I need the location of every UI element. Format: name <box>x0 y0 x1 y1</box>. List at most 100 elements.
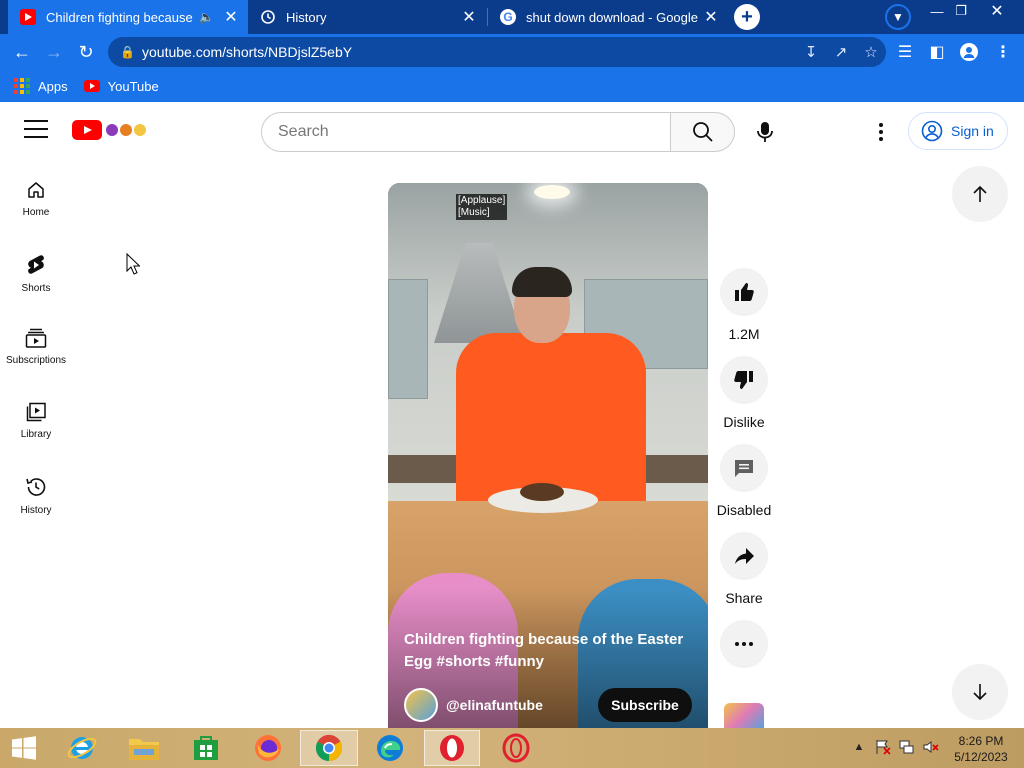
bookmark-label: Apps <box>38 78 68 94</box>
next-short-button[interactable] <box>952 664 1008 720</box>
speaker-icon[interactable]: 🔈 <box>199 10 214 24</box>
network-icon[interactable] <box>898 738 916 756</box>
bookmark-apps[interactable]: Apps <box>14 78 68 94</box>
caption-line: [Applause] <box>458 195 506 206</box>
sidebar-item-library[interactable]: Library <box>0 380 72 454</box>
voice-search-button[interactable] <box>745 112 785 152</box>
comments-button[interactable]: Disabled <box>717 444 771 520</box>
sidebar-item-label: Shorts <box>21 283 51 294</box>
back-button[interactable]: ← <box>8 38 36 66</box>
media-control-icon[interactable]: ☰ <box>890 38 920 66</box>
more-actions-button[interactable] <box>720 620 768 668</box>
sidebar-item-label: Home <box>22 207 50 218</box>
opera-gx-icon <box>502 733 530 763</box>
hamburger-menu-icon[interactable] <box>24 120 48 140</box>
close-tab-icon[interactable]: ✕ <box>702 8 720 26</box>
search-button[interactable] <box>671 112 735 152</box>
comments-icon <box>735 460 753 477</box>
action-center-flag-icon[interactable] <box>874 738 892 756</box>
tab-title: Children fighting because of the Easter … <box>46 9 193 25</box>
channel-avatar[interactable] <box>404 688 438 722</box>
store-app[interactable] <box>178 730 234 766</box>
firefox-icon <box>255 735 281 761</box>
restore-button[interactable]: ❐ <box>946 0 976 22</box>
sign-in-button[interactable]: Sign in <box>908 112 1008 150</box>
more-horizontal-icon <box>735 642 753 646</box>
short-title[interactable]: Children fighting because of the Easter … <box>404 629 694 673</box>
history-icon <box>26 478 46 496</box>
subscribe-button[interactable]: Subscribe <box>598 688 692 722</box>
settings-menu-icon[interactable] <box>866 120 896 144</box>
profile-icon[interactable] <box>954 38 984 66</box>
channel-info[interactable]: @elinafuntube <box>404 688 543 722</box>
file-explorer-app[interactable] <box>116 730 172 766</box>
chrome-icon <box>315 734 343 762</box>
browser-tab-strip: Children fighting because of the Easter … <box>0 0 1024 34</box>
sidebar-item-label: History <box>20 505 52 516</box>
install-icon[interactable]: ↧ <box>796 40 826 64</box>
doodle-icon <box>106 124 148 136</box>
close-window-button[interactable]: ✕ <box>982 0 1012 22</box>
start-button[interactable] <box>0 730 48 766</box>
folder-icon <box>129 739 159 760</box>
system-clock[interactable]: 8:26 PM 5/12/2023 <box>946 733 1016 765</box>
close-tab-icon[interactable]: ✕ <box>460 8 478 26</box>
address-bar[interactable]: 🔒 youtube.com/shorts/NBDjslZ5ebY ↧ ↗ ☆ <box>108 37 886 67</box>
reload-button[interactable]: ↻ <box>72 38 100 66</box>
youtube-logo[interactable] <box>72 120 148 140</box>
dislike-button[interactable]: Dislike <box>720 356 768 432</box>
share-button[interactable]: Share <box>720 532 768 608</box>
sound-thumbnail[interactable] <box>724 703 764 728</box>
volume-muted-icon[interactable] <box>922 738 940 756</box>
share-page-icon[interactable]: ↗ <box>826 40 856 64</box>
sidebar-item-home[interactable]: Home <box>0 158 72 232</box>
edge-app[interactable] <box>362 730 418 766</box>
like-button[interactable]: 1.2M <box>720 268 768 344</box>
tab-search-button[interactable]: ▼ <box>885 4 911 30</box>
arrow-down-icon <box>973 684 987 701</box>
google-icon: G <box>500 9 516 25</box>
arrow-up-icon <box>973 185 987 202</box>
internet-explorer-icon <box>67 737 97 759</box>
sidebar-item-history[interactable]: History <box>0 454 72 528</box>
dislike-circle[interactable] <box>720 356 768 404</box>
url-text[interactable]: youtube.com/shorts/NBDjslZ5ebY <box>142 44 796 60</box>
bookmark-star-icon[interactable]: ☆ <box>856 40 886 64</box>
tab-youtube-short[interactable]: Children fighting because of the Easter … <box>8 0 248 34</box>
more-circle[interactable] <box>720 620 768 668</box>
side-panel-icon[interactable]: ◧ <box>922 38 952 66</box>
youtube-icon <box>20 9 36 25</box>
show-hidden-icons-icon[interactable]: ▲ <box>850 738 868 756</box>
lock-icon[interactable]: 🔒 <box>120 45 136 59</box>
home-icon <box>28 182 44 198</box>
close-tab-icon[interactable]: ✕ <box>222 8 240 26</box>
forward-button[interactable]: → <box>40 38 68 66</box>
caption-line: [Music] <box>458 207 490 218</box>
tab-history[interactable]: History ✕ <box>248 0 486 34</box>
sidebar-item-subscriptions[interactable]: Subscriptions <box>0 306 72 380</box>
share-circle[interactable] <box>720 532 768 580</box>
browser-menu-icon[interactable]: ⋮ <box>988 38 1018 66</box>
edge-icon <box>377 735 403 761</box>
channel-name[interactable]: @elinafuntube <box>446 697 543 713</box>
search-icon <box>692 122 713 142</box>
search-box[interactable] <box>261 112 671 152</box>
comments-circle[interactable] <box>720 444 768 492</box>
previous-short-button[interactable] <box>952 166 1008 222</box>
shorts-video-player[interactable]: [Applause] [Music] Children fighting bec… <box>388 183 708 728</box>
search-input[interactable] <box>278 123 670 141</box>
like-circle[interactable] <box>720 268 768 316</box>
like-count: 1.2M <box>728 326 760 342</box>
internet-explorer-app[interactable] <box>54 730 110 766</box>
chrome-app[interactable] <box>300 730 358 766</box>
firefox-app[interactable] <box>240 730 296 766</box>
closed-captions: [Applause] [Music] <box>456 194 508 220</box>
new-tab-button[interactable]: + <box>734 4 760 30</box>
sidebar-item-shorts[interactable]: Shorts <box>0 232 72 306</box>
sidebar-item-label: Subscriptions <box>5 355 67 366</box>
tab-google-search[interactable]: G shut down download - Google Search ✕ <box>488 0 728 34</box>
opera-gx-app[interactable] <box>488 730 544 766</box>
opera-app[interactable] <box>424 730 480 766</box>
bookmark-youtube[interactable]: YouTube <box>83 78 159 94</box>
youtube-masthead: Sign in <box>0 102 1024 158</box>
